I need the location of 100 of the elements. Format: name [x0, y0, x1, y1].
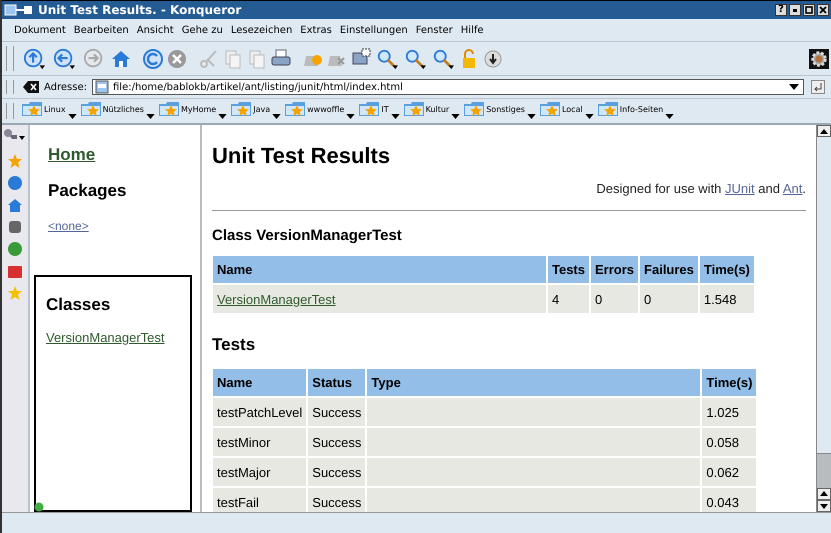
column-header: Type	[367, 369, 700, 396]
home-icon[interactable]	[7, 197, 23, 213]
scroll-thumb[interactable]	[817, 453, 831, 488]
menu-item[interactable]: Fenster	[416, 24, 453, 36]
scroll-up-icon[interactable]	[817, 125, 831, 137]
table-cell: Success	[308, 398, 366, 426]
dropdown-caret-icon	[218, 114, 228, 119]
junit-link[interactable]: JUnit	[725, 181, 755, 196]
table-cell: 4	[548, 285, 589, 313]
column-header: Time(s)	[700, 256, 754, 283]
bookmark-folder[interactable]: Java	[231, 102, 282, 120]
table-cell: testMajor	[213, 458, 306, 486]
table-cell: Success	[308, 428, 366, 456]
dropdown-caret-icon[interactable]	[789, 84, 799, 90]
maximize-icon[interactable]	[803, 4, 815, 16]
dropdown-caret-icon	[272, 114, 282, 119]
folder-star-icon	[231, 102, 252, 116]
status-light-icon	[34, 502, 44, 512]
gear-icon	[809, 48, 829, 70]
dropdown-caret-icon	[584, 114, 594, 119]
folder-star-icon	[598, 102, 618, 116]
scroll-up-icon[interactable]	[817, 488, 831, 500]
table-cell: 0.062	[702, 458, 756, 486]
table-cell: 0.043	[702, 488, 756, 512]
star-icon[interactable]	[7, 153, 23, 169]
minimize-icon[interactable]	[789, 4, 801, 16]
bookmark-folder[interactable]: Sonstiges	[464, 102, 536, 120]
table-cell: Success	[308, 488, 366, 512]
class-link[interactable]: VersionManagerTest	[46, 330, 165, 346]
table-cell: Success	[308, 458, 366, 486]
folder-star-icon	[359, 102, 380, 116]
credit-text: Designed for use with JUnit and Ant.	[595, 181, 806, 196]
folder-star-icon	[80, 102, 101, 116]
menu-item[interactable]: Ansicht	[136, 24, 174, 36]
bookmark-folder[interactable]: IT	[359, 102, 400, 120]
section-heading: Tests	[212, 335, 256, 355]
column-header: Status	[308, 369, 366, 396]
help-button[interactable]: ?	[775, 4, 787, 16]
folder-star-icon	[158, 102, 179, 116]
clear-location-icon[interactable]	[23, 81, 39, 93]
menu-item[interactable]: Dokument	[14, 24, 66, 36]
bookmark-folder[interactable]: Local	[540, 102, 594, 120]
dropdown-caret-icon	[665, 114, 674, 119]
toolbar-handle[interactable]	[6, 103, 14, 119]
column-header: Name	[213, 369, 306, 396]
dropdown-caret-icon	[68, 114, 77, 119]
bookmark-folder[interactable]: Kultur	[404, 102, 460, 120]
column-header: Errors	[591, 256, 638, 283]
toolbar-handle[interactable]	[6, 80, 14, 94]
table-cell: testMinor	[213, 428, 306, 456]
folder-star-icon	[285, 102, 306, 116]
reload-icon[interactable]	[142, 48, 164, 70]
menu-item[interactable]: Einstellungen	[340, 24, 408, 36]
table-cell: 0	[591, 285, 638, 313]
ant-link[interactable]: Ant	[782, 181, 802, 196]
table-cell: 1.548	[700, 285, 754, 313]
star-icon[interactable]	[7, 285, 23, 301]
classes-heading: Classes	[46, 295, 112, 316]
class-link[interactable]: VersionManagerTest	[217, 292, 336, 306]
stop-icon[interactable]	[166, 48, 188, 70]
menu-item[interactable]: Bearbeiten	[74, 24, 129, 36]
dropdown-caret-icon	[526, 114, 536, 119]
column-header: Time(s)	[702, 369, 756, 396]
dropdown-caret-icon	[346, 114, 356, 119]
bookmark-folder[interactable]: Nützliches	[80, 102, 155, 120]
folder-star-icon	[540, 102, 560, 116]
menu-item[interactable]: Lesezeichen	[230, 24, 292, 36]
close-icon[interactable]	[817, 4, 829, 16]
page-title: Unit Test Results	[212, 143, 392, 169]
scroll-down-icon[interactable]	[817, 500, 831, 512]
table-cell: 1.025	[702, 398, 756, 426]
dropdown-caret-icon	[146, 114, 155, 119]
section-heading: Class VersionManagerTest	[212, 227, 403, 244]
package-link[interactable]: <none>	[48, 219, 89, 233]
app-icon	[4, 4, 34, 16]
window-title: Unit Test Results. - Konqueror	[38, 3, 242, 17]
bookmark-folder[interactable]: Info-Seiten	[598, 102, 674, 120]
address-field[interactable]: file:/home/bablokb/artikel/ant/listing/junit/html/index.html	[92, 79, 804, 95]
folder-star-icon	[404, 102, 424, 116]
bookmark-folder[interactable]: Linux	[22, 102, 77, 120]
menu-item[interactable]: Extras	[300, 24, 332, 36]
scrollbar[interactable]	[816, 125, 831, 512]
file-icon	[95, 80, 109, 94]
dropdown-caret-icon	[451, 114, 460, 119]
go-icon[interactable]	[811, 80, 825, 94]
folder-star-icon	[22, 102, 42, 116]
bookmark-folder[interactable]: MyHome	[158, 102, 228, 120]
bookmark-folder[interactable]: wwwoffle	[285, 102, 356, 120]
packages-heading: Packages	[48, 181, 126, 201]
dropdown-caret-icon	[390, 114, 400, 119]
menu-item[interactable]: Hilfe	[460, 24, 484, 36]
column-header: Name	[213, 256, 546, 283]
home-link[interactable]: Home	[48, 145, 96, 165]
table-cell: testPatchLevel	[213, 398, 306, 426]
table-cell: 0.058	[702, 428, 756, 456]
download-icon[interactable]	[482, 48, 504, 70]
column-header: Failures	[640, 256, 698, 283]
menu-item[interactable]: Gehe zu	[182, 24, 223, 36]
column-header: Tests	[548, 256, 589, 283]
toolbar-handle[interactable]	[6, 46, 14, 71]
